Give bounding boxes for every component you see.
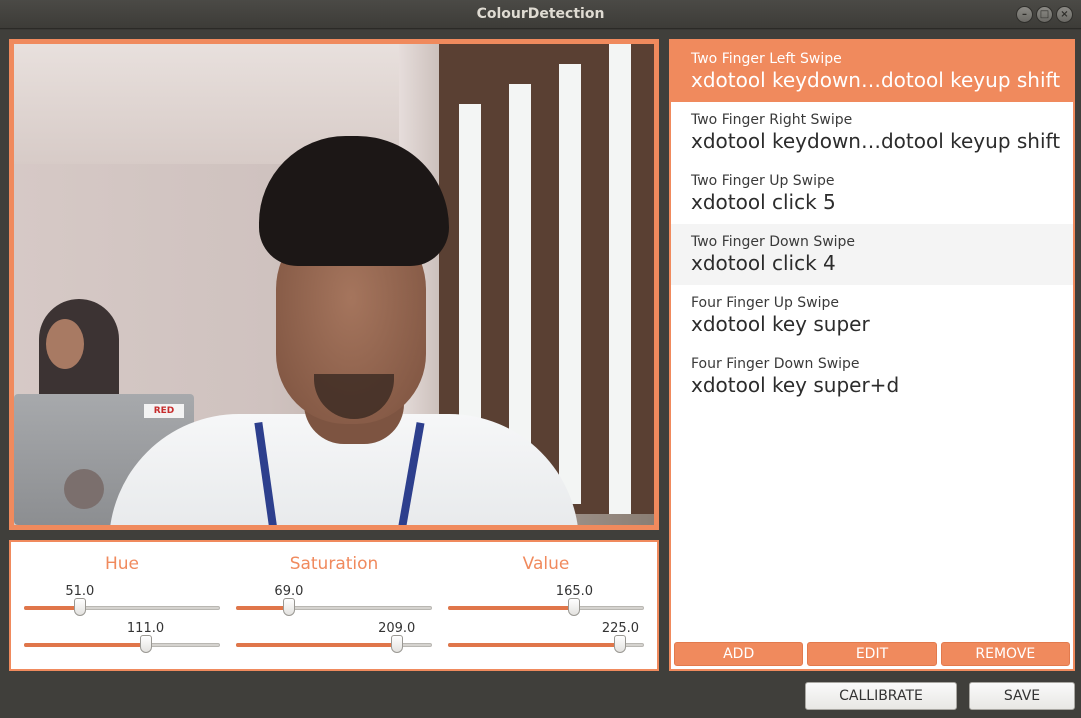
- gesture-name: Two Finger Down Swipe: [691, 234, 856, 250]
- slider-fill: [24, 643, 146, 647]
- slider-fill: [236, 643, 397, 647]
- gesture-name: Two Finger Left Swipe: [691, 51, 842, 67]
- gesture-command: xdotool click 5: [691, 190, 836, 214]
- slider-fill: [236, 606, 289, 610]
- slider-value: 69.0: [274, 584, 304, 599]
- gesture-command: xdotool keydown…dotool keyup shift: [691, 68, 1061, 92]
- laptop-sticker: [64, 469, 104, 509]
- gesture-command: xdotool key super+d: [691, 373, 900, 397]
- slider-value: 225.0: [601, 621, 640, 636]
- remove-button[interactable]: REMOVE: [940, 642, 1070, 666]
- hue-low-slider[interactable]: 51.0: [24, 584, 220, 616]
- gesture-command: xdotool key super: [691, 312, 870, 336]
- gesture-panel: Two Finger Left Swipe xdotool keydown…do…: [669, 39, 1075, 671]
- value-label: Value: [522, 554, 570, 574]
- slider-handle[interactable]: [390, 635, 403, 653]
- slider-handle[interactable]: [139, 635, 152, 653]
- gesture-item[interactable]: Two Finger Down Swipe xdotool click 4: [671, 224, 1073, 285]
- window-title: ColourDetection: [476, 6, 605, 22]
- title-bar[interactable]: ColourDetection – □ ×: [0, 0, 1081, 29]
- gesture-item[interactable]: Four Finger Up Swipe xdotool key super: [671, 285, 1073, 346]
- background-person-face: [46, 319, 84, 369]
- slider-fill: [448, 643, 621, 647]
- app-window: ColourDetection – □ × RED Hue Saturation…: [0, 0, 1081, 718]
- camera-frame: RED: [9, 39, 659, 530]
- main-content: RED Hue Saturation Value 51.0 111.0 69.0…: [0, 30, 1081, 718]
- saturation-high-slider[interactable]: 209.0: [236, 621, 432, 653]
- maximize-button[interactable]: □: [1036, 6, 1053, 23]
- close-button[interactable]: ×: [1056, 6, 1073, 23]
- value-high-slider[interactable]: 225.0: [448, 621, 644, 653]
- add-button[interactable]: ADD: [674, 642, 804, 666]
- gesture-name: Four Finger Down Swipe: [691, 356, 860, 372]
- saturation-low-slider[interactable]: 69.0: [236, 584, 432, 616]
- gesture-item[interactable]: Two Finger Left Swipe xdotool keydown…do…: [671, 41, 1073, 102]
- gesture-command: xdotool keydown…dotool keyup shift: [691, 129, 1061, 153]
- slider-value: 165.0: [555, 584, 594, 599]
- hsv-controls: Hue Saturation Value 51.0 111.0 69.0 209…: [9, 540, 659, 671]
- calibrate-button[interactable]: CALLIBRATE: [805, 682, 957, 710]
- gesture-buttons: ADD EDIT REMOVE: [674, 642, 1070, 666]
- gesture-item[interactable]: Two Finger Right Swipe xdotool keydown…d…: [671, 102, 1073, 163]
- slider-handle[interactable]: [614, 635, 627, 653]
- slider-value: 209.0: [378, 621, 416, 636]
- minimize-button[interactable]: –: [1016, 6, 1033, 23]
- gesture-command: xdotool click 4: [691, 251, 836, 275]
- gesture-list[interactable]: Two Finger Left Swipe xdotool keydown…do…: [671, 41, 1073, 639]
- slider-fill: [24, 606, 80, 610]
- slider-handle[interactable]: [568, 598, 581, 616]
- gesture-name: Two Finger Up Swipe: [691, 173, 835, 189]
- value-low-slider[interactable]: 165.0: [448, 584, 644, 616]
- hue-label: Hue: [104, 554, 140, 574]
- gesture-name: Two Finger Right Swipe: [691, 112, 853, 128]
- saturation-label: Saturation: [289, 554, 379, 574]
- gesture-item[interactable]: Two Finger Up Swipe xdotool click 5: [671, 163, 1073, 224]
- slider-value: 111.0: [126, 621, 165, 636]
- slider-fill: [448, 606, 575, 610]
- laptop-logo: RED: [144, 404, 184, 418]
- gesture-item[interactable]: Four Finger Down Swipe xdotool key super…: [671, 346, 1073, 407]
- window-controls: – □ ×: [1016, 6, 1073, 23]
- save-button[interactable]: SAVE: [969, 682, 1075, 710]
- slider-handle[interactable]: [282, 598, 295, 616]
- camera-feed: RED: [14, 44, 654, 525]
- edit-button[interactable]: EDIT: [807, 642, 937, 666]
- slider-handle[interactable]: [73, 598, 86, 616]
- gesture-name: Four Finger Up Swipe: [691, 295, 840, 311]
- slider-value: 51.0: [65, 584, 95, 599]
- hue-high-slider[interactable]: 111.0: [24, 621, 220, 653]
